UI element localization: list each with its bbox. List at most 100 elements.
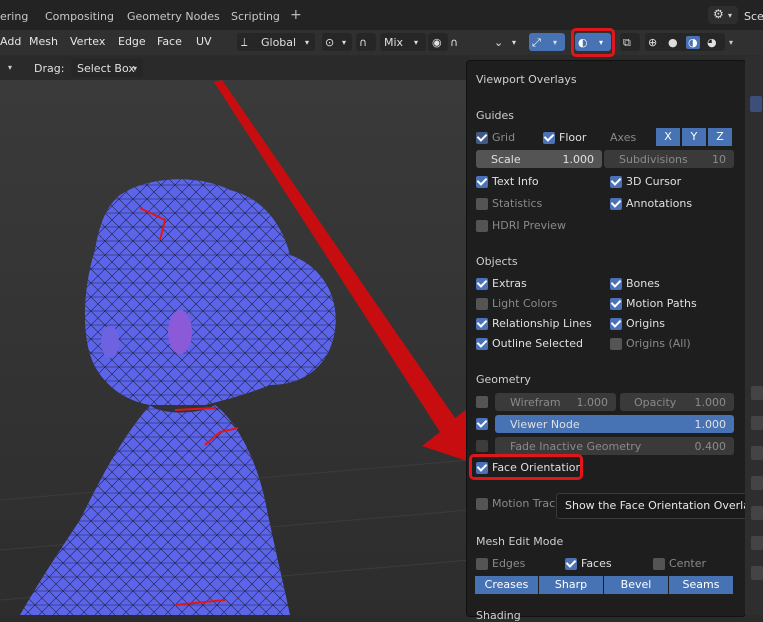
gizmos-toggle[interactable]: ⤢ ▾ <box>529 33 565 51</box>
material-shading-icon[interactable]: ◑ <box>686 36 700 49</box>
wireframe-checkbox[interactable] <box>476 396 488 408</box>
bevel-toggle[interactable]: Bevel <box>604 576 668 594</box>
orientation-value: Global <box>261 36 297 49</box>
faces-label: Faces <box>581 557 612 570</box>
pivot-icon: ⊙ <box>325 36 335 49</box>
outline-selected-checkbox[interactable] <box>476 338 488 350</box>
visibility-icon: ⌄ <box>494 36 504 49</box>
properties-tab-icon[interactable] <box>751 416 763 430</box>
character-mesh <box>20 179 336 615</box>
mesh-edit-mode-heading: Mesh Edit Mode <box>476 535 564 548</box>
bones-label: Bones <box>626 277 660 290</box>
3d-viewport[interactable] <box>0 80 470 615</box>
viewer-node-label: Viewer Node <box>510 418 580 431</box>
tab-rendering[interactable]: ering <box>0 10 28 23</box>
tab-geometry-nodes[interactable]: Geometry Nodes <box>127 10 220 23</box>
center-checkbox[interactable] <box>653 558 665 570</box>
menu-add[interactable]: Add <box>0 35 21 48</box>
chevron-down-icon: ▾ <box>512 38 517 47</box>
chevron-down-icon: ▾ <box>728 11 733 20</box>
snap-mode-dropdown[interactable]: Mix ▾ <box>380 33 426 51</box>
properties-tab-icon[interactable] <box>751 566 763 580</box>
falloff-dropdown[interactable]: ∩ <box>450 33 478 51</box>
scene-name[interactable]: Sce <box>744 10 763 23</box>
snap-toggle[interactable]: ∩ <box>356 33 376 51</box>
seams-toggle[interactable]: Seams <box>669 576 733 594</box>
scene-selector-button[interactable]: ⚙ ▾ <box>708 6 738 24</box>
chevron-down-icon[interactable]: ▾ <box>8 63 12 72</box>
axis-z-toggle[interactable]: Z <box>708 128 732 146</box>
wireframe-shading-icon[interactable]: ⊕ <box>648 36 657 49</box>
viewer-node-field[interactable]: Viewer Node 1.000 <box>495 415 734 433</box>
grid-label: Grid <box>492 131 516 144</box>
opacity-value: 1.000 <box>694 396 727 409</box>
wireframe-field[interactable]: Wirefram 1.000 <box>495 393 616 411</box>
xray-toggle[interactable]: ⧉ <box>620 33 640 51</box>
annotations-checkbox[interactable] <box>610 198 622 210</box>
opacity-field[interactable]: Opacity 1.000 <box>620 393 734 411</box>
menu-vertex[interactable]: Vertex <box>70 35 105 48</box>
center-label: Center <box>669 557 707 570</box>
fade-inactive-checkbox[interactable] <box>476 440 488 452</box>
popover-title: Viewport Overlays <box>476 73 577 86</box>
extras-checkbox[interactable] <box>476 278 488 290</box>
menu-edge[interactable]: Edge <box>118 35 146 48</box>
grid-checkbox[interactable] <box>476 132 488 144</box>
fade-inactive-label: Fade Inactive Geometry <box>510 440 642 453</box>
scale-field[interactable]: Scale 1.000 <box>476 150 602 168</box>
menu-face[interactable]: Face <box>157 35 182 48</box>
faces-checkbox[interactable] <box>565 558 577 570</box>
edges-checkbox[interactable] <box>476 558 488 570</box>
origins-checkbox[interactable] <box>610 318 622 330</box>
add-workspace-icon[interactable]: + <box>290 7 302 23</box>
axis-x-toggle[interactable]: X <box>656 128 680 146</box>
motion-paths-checkbox[interactable] <box>610 298 622 310</box>
properties-tab-icon[interactable] <box>751 536 763 550</box>
geometry-heading: Geometry <box>476 373 531 386</box>
sharp-toggle[interactable]: Sharp <box>539 576 603 594</box>
axis-y-toggle[interactable]: Y <box>682 128 706 146</box>
drag-value: Select Box <box>77 62 135 75</box>
solid-shading-icon[interactable]: ● <box>668 36 678 49</box>
outline-selected-label: Outline Selected <box>492 337 583 350</box>
motion-tracking-label: Motion Tracki <box>492 497 565 510</box>
text-info-checkbox[interactable] <box>476 176 488 188</box>
drag-dropdown[interactable]: Select Box ▾ <box>71 59 143 77</box>
orientation-dropdown[interactable]: ⟘ Global ▾ <box>237 33 315 51</box>
relationship-lines-checkbox[interactable] <box>476 318 488 330</box>
gizmo-icon: ⤢ <box>532 36 541 49</box>
tab-scripting[interactable]: Scripting <box>231 10 280 23</box>
properties-tab-icon[interactable] <box>751 386 763 400</box>
edges-label: Edges <box>492 557 526 570</box>
hdri-preview-label: HDRI Preview <box>492 219 566 232</box>
shading-options-chevron-icon[interactable]: ▾ <box>729 38 733 47</box>
statistics-label: Statistics <box>492 197 543 210</box>
objects-heading: Objects <box>476 255 518 268</box>
light-colors-checkbox[interactable] <box>476 298 488 310</box>
proportional-edit-toggle[interactable]: ◉ <box>428 33 448 51</box>
menu-mesh[interactable]: Mesh <box>29 35 58 48</box>
properties-tab-icon[interactable] <box>751 506 763 520</box>
shading-modes[interactable]: ⊕ ● ◑ ◕ <box>645 33 725 51</box>
shading-heading: Shading <box>476 609 521 622</box>
origins-all-checkbox[interactable] <box>610 338 622 350</box>
creases-toggle[interactable]: Creases <box>475 576 538 594</box>
visibility-dropdown[interactable]: ⌄ ▾ <box>494 33 524 51</box>
hdri-preview-checkbox[interactable] <box>476 220 488 232</box>
rendered-shading-icon[interactable]: ◕ <box>707 36 717 49</box>
statistics-checkbox[interactable] <box>476 198 488 210</box>
tab-compositing[interactable]: Compositing <box>45 10 114 23</box>
properties-tab-icon[interactable] <box>751 476 763 490</box>
pivot-dropdown[interactable]: ⊙ ▾ <box>322 33 352 51</box>
bones-checkbox[interactable] <box>610 278 622 290</box>
motion-tracking-checkbox[interactable] <box>476 498 488 510</box>
viewer-node-checkbox[interactable] <box>476 418 488 430</box>
floor-checkbox[interactable] <box>543 132 555 144</box>
subdivisions-field[interactable]: Subdivisions 10 <box>604 150 734 168</box>
wireframe-value: 1.000 <box>576 396 609 409</box>
properties-tab-icon[interactable] <box>751 446 763 460</box>
outliner-item-icon[interactable] <box>750 96 762 112</box>
fade-inactive-field[interactable]: Fade Inactive Geometry 0.400 <box>495 437 734 455</box>
menu-uv[interactable]: UV <box>196 35 212 48</box>
3d-cursor-checkbox[interactable] <box>610 176 622 188</box>
